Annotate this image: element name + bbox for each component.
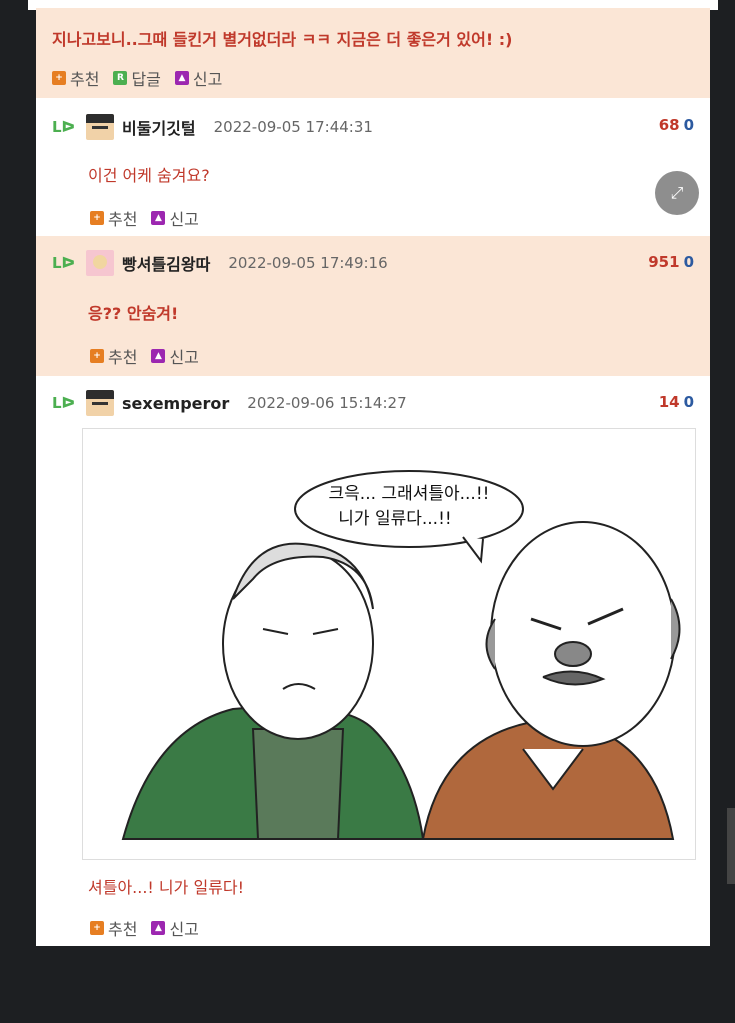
score-up: 14 (658, 393, 680, 411)
reply-button[interactable]: R 답글 (113, 66, 161, 90)
comic-illustration: 크윽... 그래셔틀아...!! 니가 일류다...!! (121, 470, 681, 840)
bubble-text-1: 크윽... 그래셔틀아...!! (329, 484, 490, 504)
comment-meta: Lᐅ 비둘기깃털 2022-09-05 17:44:31 (52, 114, 373, 140)
reply-icon: R (113, 71, 128, 85)
comment-item: Lᐅ 비둘기깃털 2022-09-05 17:44:31 68 0 이건 어케 숨… (36, 98, 710, 236)
recommend-icon: + (90, 211, 104, 225)
recommend-label: 추천 (108, 348, 138, 367)
report-icon: ▲ (174, 71, 189, 85)
report-button[interactable]: ▲ 신고 (151, 344, 199, 368)
reply-arrow-icon: Lᐅ (52, 254, 76, 272)
report-label: 신고 (169, 210, 199, 229)
report-label: 신고 (169, 920, 199, 939)
recommend-button[interactable]: + 추천 (52, 66, 99, 90)
scrollbar-thumb[interactable] (727, 808, 735, 884)
report-icon: ▲ (151, 211, 166, 225)
score-down: 0 (683, 253, 694, 271)
comment-message: 셔틀아...! 니가 일류다! (88, 878, 245, 897)
comment-meta: Lᐅ sexemperor 2022-09-06 15:14:27 (52, 390, 407, 416)
comment-item: 지나고보니..그때 들킨거 별거없더라 ㅋㅋ 지금은 더 좋은거 있어! :) … (36, 8, 710, 98)
report-button[interactable]: ▲ 신고 (151, 916, 199, 940)
comment-score: 951 0 (648, 253, 694, 271)
comment-panel: 지나고보니..그때 들킨거 별거없더라 ㅋㅋ 지금은 더 좋은거 있어! :) … (36, 8, 710, 946)
recommend-icon: + (52, 71, 66, 85)
comment-meta: Lᐅ 빵셔틀김왕따 2022-09-05 17:49:16 (52, 250, 388, 276)
comment-date: 2022-09-05 17:44:31 (213, 118, 373, 136)
comment-item: Lᐅ 빵셔틀김왕따 2022-09-05 17:49:16 951 0 응?? 안… (36, 236, 710, 376)
score-down: 0 (683, 393, 694, 411)
avatar (86, 390, 114, 416)
report-button[interactable]: ▲ 신고 (151, 206, 199, 230)
report-label: 신고 (192, 70, 223, 89)
comment-date: 2022-09-06 15:14:27 (247, 394, 407, 412)
reply-arrow-icon: Lᐅ (52, 118, 76, 136)
expand-icon[interactable]: ⤢ (655, 171, 699, 215)
recommend-icon: + (90, 921, 104, 935)
comment-message: 이건 어케 숨겨요? (88, 166, 210, 185)
recommend-label: 추천 (108, 920, 138, 939)
score-down: 0 (683, 116, 694, 134)
recommend-label: 추천 (108, 210, 138, 229)
reply-arrow-icon: Lᐅ (52, 394, 76, 412)
report-icon: ▲ (151, 921, 166, 935)
bubble-text-2: 니가 일류다...!! (338, 509, 451, 529)
comment-message: 지나고보니..그때 들킨거 별거없더라 ㅋㅋ 지금은 더 좋은거 있어! :) (52, 30, 513, 49)
recommend-button[interactable]: + 추천 (90, 916, 137, 940)
comment-score: 14 0 (659, 393, 694, 411)
comment-actions: + 추천 ▲ 신고 (90, 344, 199, 368)
score-up: 68 (658, 116, 680, 134)
comment-actions: + 추천 ▲ 신고 (90, 206, 199, 230)
comment-date: 2022-09-05 17:49:16 (228, 254, 388, 272)
comment-actions: + 추천 ▲ 신고 (90, 916, 199, 940)
score-up: 951 (648, 253, 680, 271)
recommend-button[interactable]: + 추천 (90, 206, 137, 230)
recommend-icon: + (90, 349, 104, 363)
avatar (86, 250, 114, 276)
nickname[interactable]: 빵셔틀김왕따 (122, 251, 210, 275)
report-label: 신고 (169, 348, 199, 367)
report-button[interactable]: ▲ 신고 (174, 66, 223, 90)
reply-label: 답글 (131, 70, 161, 89)
comment-message: 응?? 안숨겨! (88, 304, 179, 323)
recommend-label: 추천 (70, 70, 100, 89)
report-icon: ▲ (151, 349, 166, 363)
comic-image: 크윽... 그래셔틀아...!! 니가 일류다...!! (82, 428, 696, 860)
nickname[interactable]: 비둘기깃털 (122, 115, 196, 139)
comment-score: 68 0 (659, 116, 694, 134)
comment-actions: + 추천 R 답글 ▲ 신고 (52, 66, 222, 90)
nickname[interactable]: sexemperor (122, 394, 229, 413)
bottom-bar (0, 946, 735, 1023)
recommend-button[interactable]: + 추천 (90, 344, 137, 368)
avatar (86, 114, 114, 140)
